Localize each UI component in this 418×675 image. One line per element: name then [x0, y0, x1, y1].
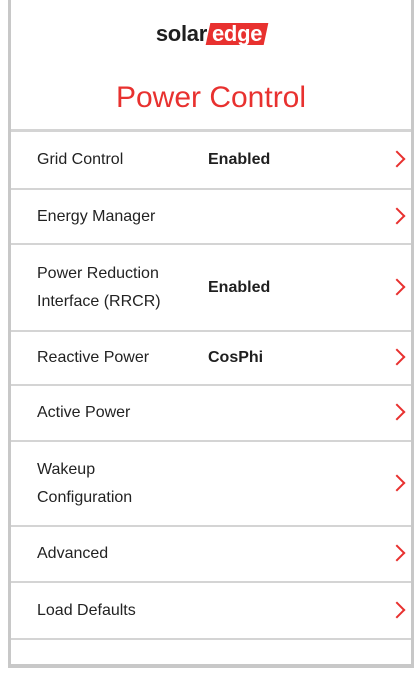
chevron-right-icon — [388, 278, 406, 295]
menu-item-load-defaults[interactable]: Load Defaults — [11, 583, 411, 640]
solaredge-logo: solar edge — [11, 20, 411, 48]
chevron-right-icon — [388, 150, 406, 168]
menu-item-value: CosPhi — [208, 349, 264, 366]
chevron-right-icon — [388, 348, 406, 366]
logo-edge-badge: edge — [205, 21, 269, 46]
power-control-menu: Grid Control Enabled Energy Manager Powe… — [11, 129, 411, 640]
menu-item-label: Load Defaults — [37, 601, 136, 619]
menu-item-grid-control[interactable]: Grid Control Enabled — [11, 132, 411, 190]
logo-solar-text: solar — [155, 21, 207, 46]
menu-item-wakeup-configuration[interactable]: Wakeup Configuration — [11, 442, 411, 527]
chevron-right-icon — [388, 544, 406, 562]
menu-item-active-power[interactable]: Active Power — [11, 386, 411, 442]
page-title: Power Control — [115, 81, 307, 114]
menu-item-label: Grid Control — [37, 151, 124, 168]
menu-item-reactive-power[interactable]: Reactive Power CosPhi — [11, 332, 411, 386]
menu-item-label: Reactive Power — [37, 349, 150, 366]
menu-item-label: Energy Manager — [37, 207, 156, 225]
menu-item-advanced[interactable]: Advanced — [11, 527, 411, 583]
menu-item-energy-manager[interactable]: Energy Manager — [11, 190, 411, 245]
chevron-right-icon — [388, 207, 406, 224]
menu-item-label: Advanced — [37, 545, 109, 562]
chevron-right-icon — [388, 403, 406, 421]
menu-item-power-reduction-interface[interactable]: Power Reduction Interface (RRCR) Enabled — [11, 245, 411, 332]
menu-item-label: Power Reduction Interface (RRCR) — [37, 264, 161, 310]
menu-item-label: Active Power — [37, 404, 131, 421]
logo-edge-text: edge — [211, 21, 263, 46]
menu-item-value: Enabled — [208, 151, 271, 168]
chevron-right-icon — [388, 474, 406, 491]
screen-frame: solar edge Power Control Grid Control Ena… — [8, 0, 414, 668]
chevron-right-icon — [388, 601, 406, 618]
menu-item-value: Enabled — [208, 278, 271, 296]
menu-item-label: Wakeup Configuration — [37, 460, 133, 506]
